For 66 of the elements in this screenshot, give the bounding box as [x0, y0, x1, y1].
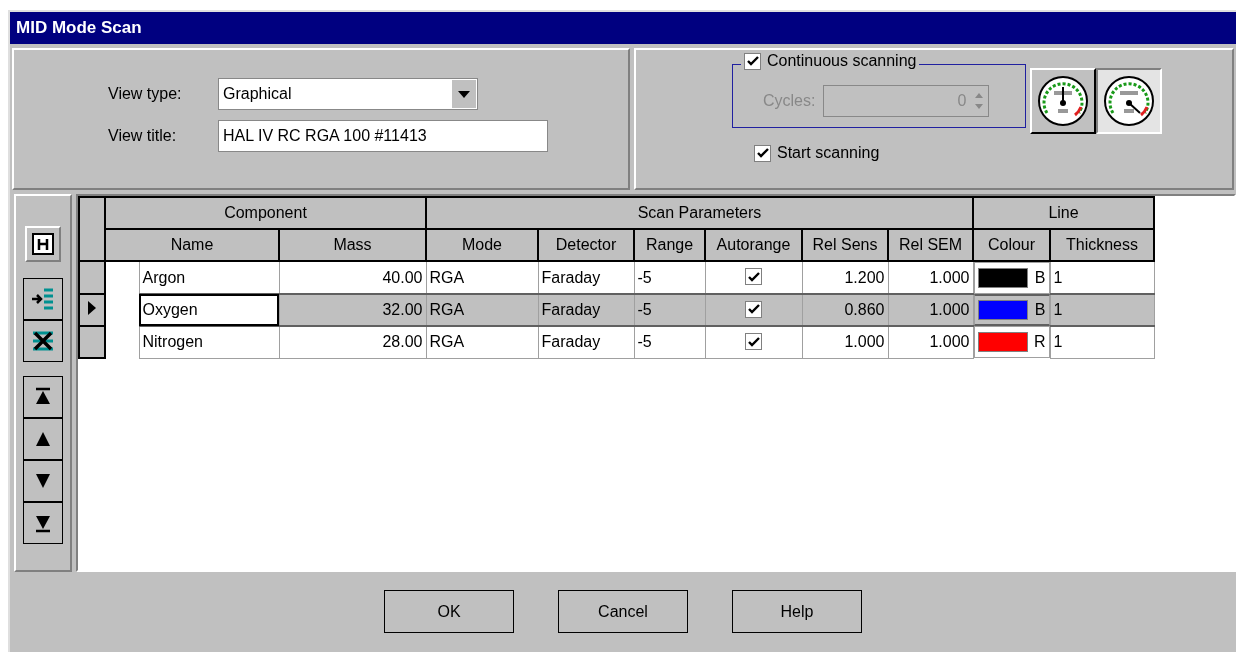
toolbar-button[interactable] [23, 502, 63, 544]
dialog-button[interactable]: Help [732, 590, 862, 633]
toolbar-button[interactable] [23, 320, 63, 362]
group-header: Scan Parameters [426, 197, 973, 229]
checkbox[interactable] [745, 333, 762, 350]
current-row-icon [88, 301, 96, 315]
column-header: Colour [973, 229, 1050, 261]
table-cell: 28.00 [279, 326, 426, 358]
field-label: View type: [108, 85, 183, 103]
table-cell: Faraday [538, 294, 634, 326]
table-cell: RGA [426, 326, 538, 358]
checkbox[interactable] [754, 144, 771, 162]
column-header: Rel Sens [802, 229, 888, 261]
info-icon [30, 231, 56, 257]
table-cell: -5 [634, 294, 705, 326]
column-header: Mode [426, 229, 538, 261]
group-header: Line [973, 197, 1154, 229]
checkbox-label: Continuous scanning [767, 52, 917, 70]
table-cell: 1.000 [802, 326, 888, 358]
view-title-field[interactable]: HAL IV RC RGA 100 #11413 [218, 120, 548, 152]
gauge-icon [1103, 75, 1155, 127]
table-cell: 1.000 [888, 326, 973, 358]
gauge-button[interactable] [1096, 68, 1162, 134]
table-cell: Oxygen [139, 294, 279, 326]
checkbox[interactable] [745, 300, 762, 318]
column-header: Rel SEM [888, 229, 973, 261]
dialog-button[interactable]: OK [384, 590, 514, 633]
window-title: MID Mode Scan [10, 12, 1236, 44]
table-cell: -5 [634, 326, 705, 358]
column-header: Detector [538, 229, 634, 261]
toolbar-button[interactable] [23, 376, 63, 418]
header-corner [79, 197, 105, 261]
field-label: View title: [108, 127, 178, 145]
table-cell: Faraday [538, 326, 634, 358]
toolbar-button[interactable] [23, 460, 63, 502]
group-header: Component [105, 197, 426, 229]
table-cell: 32.00 [279, 294, 426, 326]
toolbar-button[interactable] [23, 278, 63, 320]
column-header: Name [105, 229, 279, 261]
column-header: Mass [279, 229, 426, 261]
colour-code: R [1033, 333, 1046, 351]
table-cell: 0.860 [802, 294, 888, 326]
spin-arrows-icon [974, 91, 985, 111]
checkbox[interactable] [745, 268, 762, 286]
dropdown-arrow-icon [458, 90, 470, 98]
toolbar-button[interactable] [23, 418, 63, 460]
row-indicator[interactable] [79, 261, 105, 294]
row-indicator[interactable] [79, 294, 105, 326]
insert-row-icon [30, 286, 56, 312]
table-cell: 1 [1050, 294, 1154, 326]
checkbox-label: Start scanning [777, 144, 880, 162]
table-cell: RGA [426, 294, 538, 326]
field-label: Cycles: [763, 92, 816, 110]
column-header: Range [634, 229, 705, 261]
view-type-dropdown[interactable]: Graphical [218, 78, 478, 110]
table-cell: Nitrogen [139, 326, 279, 358]
colour-code: B [1034, 269, 1046, 287]
row-indicator[interactable] [79, 326, 105, 358]
gauge-icon [1037, 75, 1089, 127]
column-header: Thickness [1050, 229, 1154, 261]
dialog-button[interactable]: Cancel [558, 590, 688, 633]
table-cell: 1 [1050, 326, 1154, 358]
checkbox[interactable] [744, 52, 761, 70]
colour-code: B [1034, 301, 1046, 319]
table-cell: 1.000 [888, 294, 973, 326]
column-header: Autorange [705, 229, 802, 261]
